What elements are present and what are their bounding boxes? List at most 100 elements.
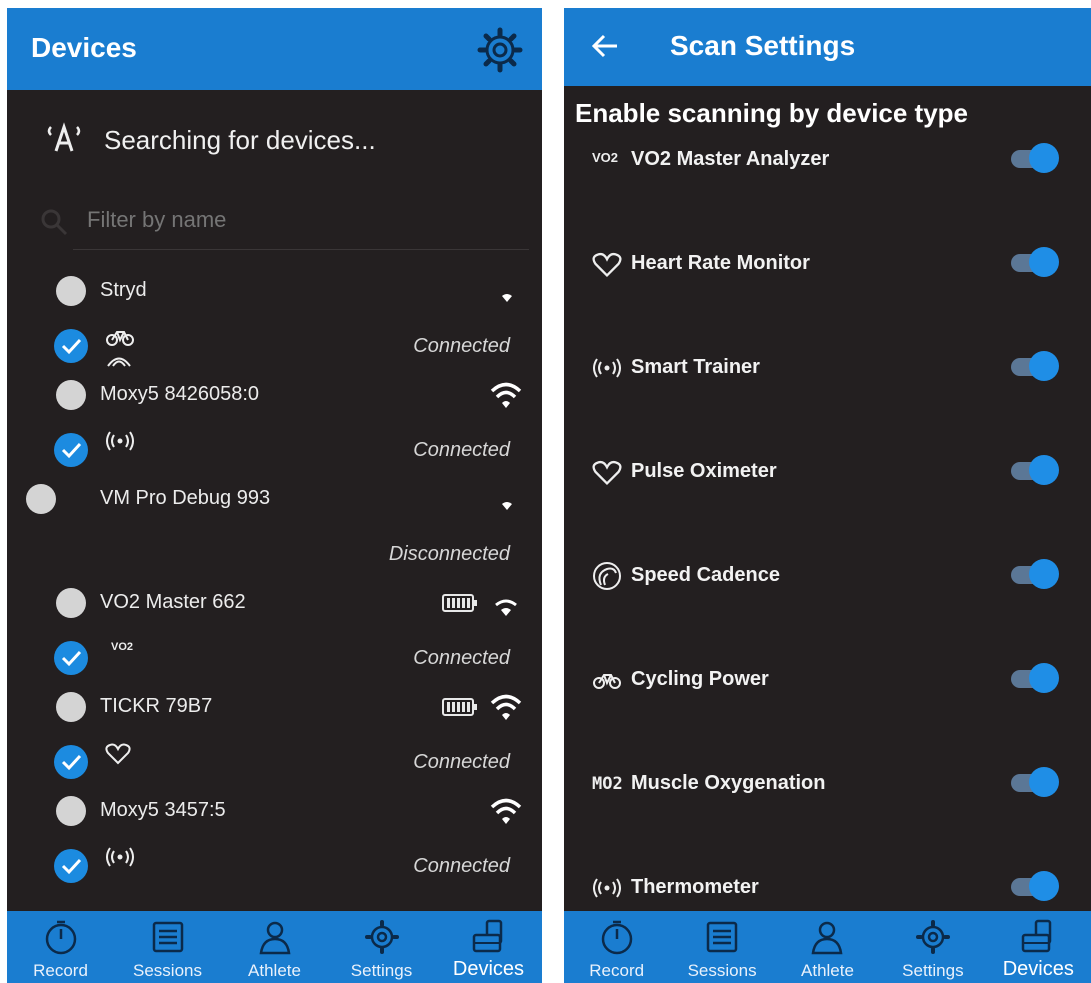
device-item[interactable]: Moxy5 3457:5 Connected bbox=[7, 783, 542, 887]
sensor-icon bbox=[593, 358, 621, 378]
settings-gear-button[interactable] bbox=[476, 26, 524, 74]
toggle-knob bbox=[1029, 559, 1059, 589]
nav-sessions[interactable]: Sessions bbox=[669, 911, 774, 983]
device-type-row[interactable]: Smart Trainer bbox=[564, 348, 1091, 388]
connected-check[interactable] bbox=[54, 745, 88, 779]
filter-underline bbox=[73, 249, 529, 250]
nav-label: Sessions bbox=[687, 961, 757, 980]
heart-icon bbox=[105, 743, 131, 765]
connected-check[interactable] bbox=[54, 433, 88, 467]
devices-app-bar: Devices bbox=[7, 8, 542, 90]
scan-toggle[interactable] bbox=[1011, 766, 1059, 798]
device-item[interactable]: VO2 Master 662 VO2 Connected bbox=[7, 575, 542, 679]
device-select-circle[interactable] bbox=[26, 484, 56, 514]
scan-settings-screen: Scan Settings Enable scanning by device … bbox=[564, 8, 1091, 983]
device-type-row[interactable]: MO2 Muscle Oxygenation bbox=[564, 764, 1091, 804]
device-status: Connected bbox=[413, 855, 510, 877]
toggle-knob bbox=[1029, 143, 1059, 173]
scan-settings-app-bar: Scan Settings bbox=[564, 8, 1091, 86]
nav-label: Athlete bbox=[248, 961, 301, 980]
nav-label: Devices bbox=[452, 958, 525, 980]
device-name: TICKR 79B7 bbox=[100, 695, 213, 717]
device-type-label: Cycling Power bbox=[631, 668, 769, 690]
device-name: Moxy5 3457:5 bbox=[100, 799, 226, 821]
nav-athlete[interactable]: Athlete bbox=[775, 911, 880, 983]
stopwatch-icon bbox=[45, 920, 76, 955]
scan-toggle[interactable] bbox=[1011, 662, 1059, 694]
check-icon bbox=[61, 338, 82, 355]
search-status-row: Searching for devices... bbox=[7, 113, 542, 163]
battery-icon bbox=[442, 594, 477, 612]
device-type-label: Pulse Oximeter bbox=[631, 460, 777, 482]
speed-icon bbox=[593, 562, 621, 590]
nav-record[interactable]: Record bbox=[564, 911, 669, 983]
device-status: Connected bbox=[413, 439, 510, 461]
wifi-strong-icon bbox=[490, 694, 522, 720]
vo2-icon: VO2 bbox=[592, 150, 619, 165]
device-item[interactable]: Stryd Connected bbox=[7, 263, 542, 367]
gear-icon bbox=[477, 27, 523, 73]
device-select-circle[interactable] bbox=[56, 276, 86, 306]
wifi-weak-icon bbox=[502, 502, 512, 510]
back-arrow-icon[interactable] bbox=[592, 34, 618, 58]
connected-check[interactable] bbox=[54, 849, 88, 883]
nav-label: Sessions bbox=[133, 961, 202, 980]
section-heading: Enable scanning by device type bbox=[575, 98, 969, 128]
bike-icon bbox=[593, 674, 621, 689]
nav-label: Devices bbox=[1002, 958, 1074, 980]
filter-row bbox=[7, 193, 542, 251]
device-type-row[interactable]: VO2 VO2 Master Analyzer bbox=[564, 140, 1091, 180]
search-status-text: Searching for devices... bbox=[104, 125, 376, 155]
toggle-knob bbox=[1029, 247, 1059, 277]
device-item[interactable]: TICKR 79B7 Connected bbox=[7, 679, 542, 783]
scan-toggle[interactable] bbox=[1011, 454, 1059, 486]
vo2-icon: VO2 bbox=[111, 641, 134, 653]
nav-devices[interactable]: Devices bbox=[435, 911, 542, 983]
nav-devices[interactable]: Devices bbox=[986, 911, 1091, 983]
scan-toggle[interactable] bbox=[1011, 350, 1059, 382]
nav-label: Settings bbox=[902, 961, 964, 980]
device-type-row[interactable]: Cycling Power bbox=[564, 660, 1091, 700]
device-name: VO2 Master 662 bbox=[100, 591, 246, 613]
check-icon bbox=[61, 442, 82, 459]
connected-check[interactable] bbox=[54, 641, 88, 675]
toggle-knob bbox=[1029, 767, 1059, 797]
scan-toggle[interactable] bbox=[1011, 246, 1059, 278]
speed-icon bbox=[107, 357, 131, 367]
scan-toggle[interactable] bbox=[1011, 558, 1059, 590]
device-select-circle[interactable] bbox=[56, 692, 86, 722]
devices-screen: Devices Searching for devices... Filter … bbox=[7, 8, 542, 983]
device-item[interactable]: VM Pro Debug 993 Disconnected bbox=[7, 471, 542, 575]
nav-label: Record bbox=[33, 961, 88, 980]
nav-record[interactable]: Record bbox=[7, 911, 114, 983]
scan-toggle[interactable] bbox=[1011, 870, 1059, 902]
device-type-row[interactable]: Speed Cadence bbox=[564, 556, 1091, 596]
nav-sessions[interactable]: Sessions bbox=[114, 911, 221, 983]
filter-input[interactable] bbox=[85, 199, 519, 241]
list-icon bbox=[706, 921, 738, 953]
device-item[interactable]: Moxy5 8426058:0 Connected bbox=[7, 367, 542, 471]
nav-settings[interactable]: Settings bbox=[328, 911, 435, 983]
toggle-knob bbox=[1029, 663, 1059, 693]
device-select-circle[interactable] bbox=[56, 796, 86, 826]
device-select-circle[interactable] bbox=[56, 380, 86, 410]
device-type-row[interactable]: Pulse Oximeter bbox=[564, 452, 1091, 492]
device-type-label: VO2 Master Analyzer bbox=[631, 148, 830, 170]
connected-check[interactable] bbox=[54, 329, 88, 363]
bottom-nav: Record Sessions Athlete Settings Devices bbox=[7, 911, 542, 983]
sensor-icon bbox=[593, 878, 621, 898]
device-type-row[interactable]: Heart Rate Monitor bbox=[564, 244, 1091, 284]
nav-athlete[interactable]: Athlete bbox=[221, 911, 328, 983]
device-status: Connected bbox=[413, 335, 510, 357]
device-select-circle[interactable] bbox=[56, 588, 86, 618]
nav-settings[interactable]: Settings bbox=[880, 911, 985, 983]
sensor-icon bbox=[106, 847, 134, 867]
search-icon bbox=[41, 209, 68, 236]
scan-toggle[interactable] bbox=[1011, 142, 1059, 174]
gear-icon bbox=[915, 920, 950, 954]
wifi-strong-icon bbox=[490, 798, 522, 824]
antenna-icon bbox=[47, 122, 81, 152]
device-type-row[interactable]: Thermometer bbox=[564, 868, 1091, 908]
nav-label: Record bbox=[589, 961, 645, 980]
wifi-strong-icon bbox=[490, 382, 522, 408]
